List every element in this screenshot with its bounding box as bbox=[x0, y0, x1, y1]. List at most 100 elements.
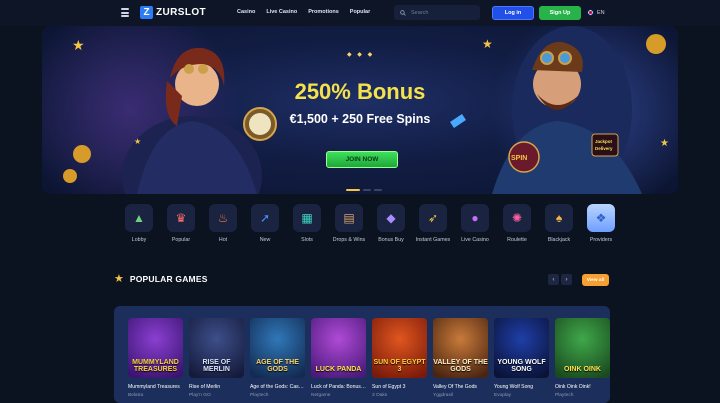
game-thumbnail[interactable]: RISE OF MERLIN bbox=[189, 318, 244, 378]
game-card[interactable]: OINK OINK Oink Oink Oink! Playtech bbox=[555, 318, 610, 398]
game-title[interactable]: Young Wolf Song bbox=[494, 384, 549, 390]
search-icon bbox=[400, 9, 406, 16]
view-all-button[interactable]: View all bbox=[582, 274, 609, 286]
game-provider: Playtech bbox=[250, 393, 269, 398]
game-logo-art: LUCK PANDA bbox=[315, 366, 362, 373]
category-bar: ▲ Lobby ♛ Popular ♨ Hot ➚ New ▦ Slots ▤ Drops & Win… bbox=[118, 204, 622, 244]
category-label: Slots bbox=[301, 237, 313, 243]
game-title[interactable]: Luck of Panda: Bonus Combo bbox=[311, 384, 366, 390]
game-card[interactable]: AGE OF THE GODS Age of the Gods: Cash Col… bbox=[250, 318, 305, 398]
category-new[interactable]: ➚ New bbox=[244, 204, 286, 244]
game-card[interactable]: SUN OF EGYPT 3 Sun of Egypt 3 3 Oaks bbox=[372, 318, 427, 398]
carousel-dot[interactable] bbox=[374, 189, 382, 191]
carousel-dot[interactable] bbox=[346, 189, 360, 191]
category-roulette[interactable]: ✺ Roulette bbox=[496, 204, 538, 244]
category-slots[interactable]: ▦ Slots bbox=[286, 204, 328, 244]
game-title[interactable]: Oink Oink Oink! bbox=[555, 384, 610, 390]
game-provider: Evoplay bbox=[494, 393, 512, 398]
hero-sparkle: ◆ ◆ ◆ bbox=[347, 52, 375, 58]
game-title[interactable]: Rise of Merlin bbox=[189, 384, 244, 390]
carousel-dots bbox=[346, 189, 382, 191]
logo-mark: Z bbox=[140, 6, 153, 19]
category-label: Popular bbox=[171, 237, 191, 243]
game-logo-art: YOUNG WOLF SONG bbox=[497, 359, 546, 373]
hero-subtitle: €1,500 + 250 Free Spins bbox=[289, 112, 431, 126]
game-thumbnail[interactable]: MUMMYLAND TREASURES bbox=[128, 318, 183, 378]
category-hot[interactable]: ♨ Hot bbox=[202, 204, 244, 244]
cards-icon: ♠ bbox=[545, 204, 573, 232]
category-providers[interactable]: ❖ Providers bbox=[580, 204, 622, 244]
category-instant-games[interactable]: ➶ Instant Games bbox=[412, 204, 454, 244]
game-provider: Play'n GO bbox=[189, 393, 211, 398]
carousel-arrows: ‹ › bbox=[548, 274, 572, 285]
star-icon: ★ bbox=[114, 273, 124, 285]
game-card[interactable]: MUMMYLAND TREASURES Mummyland Treasures Be… bbox=[128, 318, 183, 398]
hero-banner[interactable]: ★ ★ SPIN Jackpot Delivery ★ ★ ◆ ◆ ◆ 250%… bbox=[42, 26, 678, 194]
nav-popular[interactable]: Popular bbox=[350, 9, 370, 15]
game-provider: Playtech bbox=[555, 393, 574, 398]
menu-icon[interactable] bbox=[121, 8, 129, 17]
game-thumbnail[interactable]: VALLEY OF THE GODS bbox=[433, 318, 488, 378]
popular-games-header: ★ POPULAR GAMES bbox=[114, 272, 208, 285]
game-provider: 3 Oaks bbox=[372, 393, 388, 398]
fire-icon: ♨ bbox=[209, 204, 237, 232]
game-thumbnail[interactable]: AGE OF THE GODS bbox=[250, 318, 305, 378]
game-provider: Yggdrasil bbox=[433, 393, 453, 398]
login-button[interactable]: Log in bbox=[492, 6, 534, 20]
category-drops-wins[interactable]: ▤ Drops & Wins bbox=[328, 204, 370, 244]
signup-button[interactable]: Sign Up bbox=[539, 6, 581, 20]
svg-text:Jackpot: Jackpot bbox=[595, 139, 613, 144]
providers-icon: ❖ bbox=[587, 204, 615, 232]
category-blackjack[interactable]: ♠ Blackjack bbox=[538, 204, 580, 244]
game-card[interactable]: VALLEY OF THE GODS Valley Of The Gods Yggd… bbox=[433, 318, 488, 398]
game-card[interactable]: YOUNG WOLF SONG Young Wolf Song Evoplay bbox=[494, 318, 549, 398]
category-label: New bbox=[259, 237, 271, 243]
category-label: Live Casino bbox=[461, 237, 489, 243]
category-lobby[interactable]: ▲ Lobby bbox=[118, 204, 160, 244]
carousel-dot[interactable] bbox=[363, 189, 371, 191]
games-list: MUMMYLAND TREASURES Mummyland Treasures Be… bbox=[128, 318, 610, 398]
crown-icon: ♛ bbox=[167, 204, 195, 232]
nav-promotions[interactable]: Promotions bbox=[308, 9, 339, 15]
prev-arrow-icon[interactable]: ‹ bbox=[548, 274, 559, 285]
section-title: POPULAR GAMES bbox=[129, 273, 208, 284]
game-provider: Belatra bbox=[128, 393, 144, 398]
game-thumbnail[interactable]: SUN OF EGYPT 3 bbox=[372, 318, 427, 378]
site-logo[interactable]: Z ZURSLOT bbox=[140, 6, 206, 19]
search-box[interactable] bbox=[394, 5, 480, 20]
language-selector[interactable]: EN bbox=[587, 9, 605, 16]
language-label: EN bbox=[597, 9, 605, 16]
next-arrow-icon[interactable]: › bbox=[561, 274, 572, 285]
category-live-casino[interactable]: ● Live Casino bbox=[454, 204, 496, 244]
game-thumbnail[interactable]: YOUNG WOLF SONG bbox=[494, 318, 549, 378]
game-provider: Netgame bbox=[311, 393, 331, 398]
category-label: Instant Games bbox=[415, 237, 451, 243]
category-label: Bonus Buy bbox=[378, 237, 404, 243]
game-logo-art: VALLEY OF THE GODS bbox=[433, 359, 488, 373]
nav-casino[interactable]: Casino bbox=[237, 9, 255, 15]
game-title[interactable]: Age of the Gods: Cash Collect bbox=[250, 384, 305, 390]
game-title[interactable]: Valley Of The Gods bbox=[433, 384, 488, 390]
category-popular[interactable]: ♛ Popular bbox=[160, 204, 202, 244]
svg-text:★: ★ bbox=[72, 37, 85, 53]
category-label: Lobby bbox=[131, 237, 147, 243]
rocket-launch-icon: ➶ bbox=[419, 204, 447, 232]
chip-icon: ● bbox=[461, 204, 489, 232]
game-card[interactable]: LUCK PANDA Luck of Panda: Bonus Combo Netg… bbox=[311, 318, 366, 398]
game-thumbnail[interactable]: LUCK PANDA bbox=[311, 318, 366, 378]
search-input[interactable] bbox=[411, 9, 471, 16]
game-logo-art: AGE OF THE GODS bbox=[256, 359, 299, 373]
game-card[interactable]: RISE OF MERLIN Rise of Merlin Play'n GO bbox=[189, 318, 244, 398]
game-logo-art: RISE OF MERLIN bbox=[202, 359, 231, 373]
category-bonus-buy[interactable]: ◆ Bonus Buy bbox=[370, 204, 412, 244]
main-nav: Casino Live Casino Promotions Popular bbox=[237, 9, 370, 15]
nav-live-casino[interactable]: Live Casino bbox=[266, 9, 297, 15]
game-title[interactable]: Mummyland Treasures bbox=[128, 384, 183, 390]
category-label: Drops & Wins bbox=[332, 237, 366, 243]
join-now-button[interactable]: JOIN NOW bbox=[326, 151, 398, 168]
svg-text:★: ★ bbox=[482, 37, 493, 51]
home-icon: ▲ bbox=[125, 204, 153, 232]
rocket-icon: ➚ bbox=[251, 204, 279, 232]
game-title[interactable]: Sun of Egypt 3 bbox=[372, 384, 427, 390]
game-thumbnail[interactable]: OINK OINK bbox=[555, 318, 610, 378]
